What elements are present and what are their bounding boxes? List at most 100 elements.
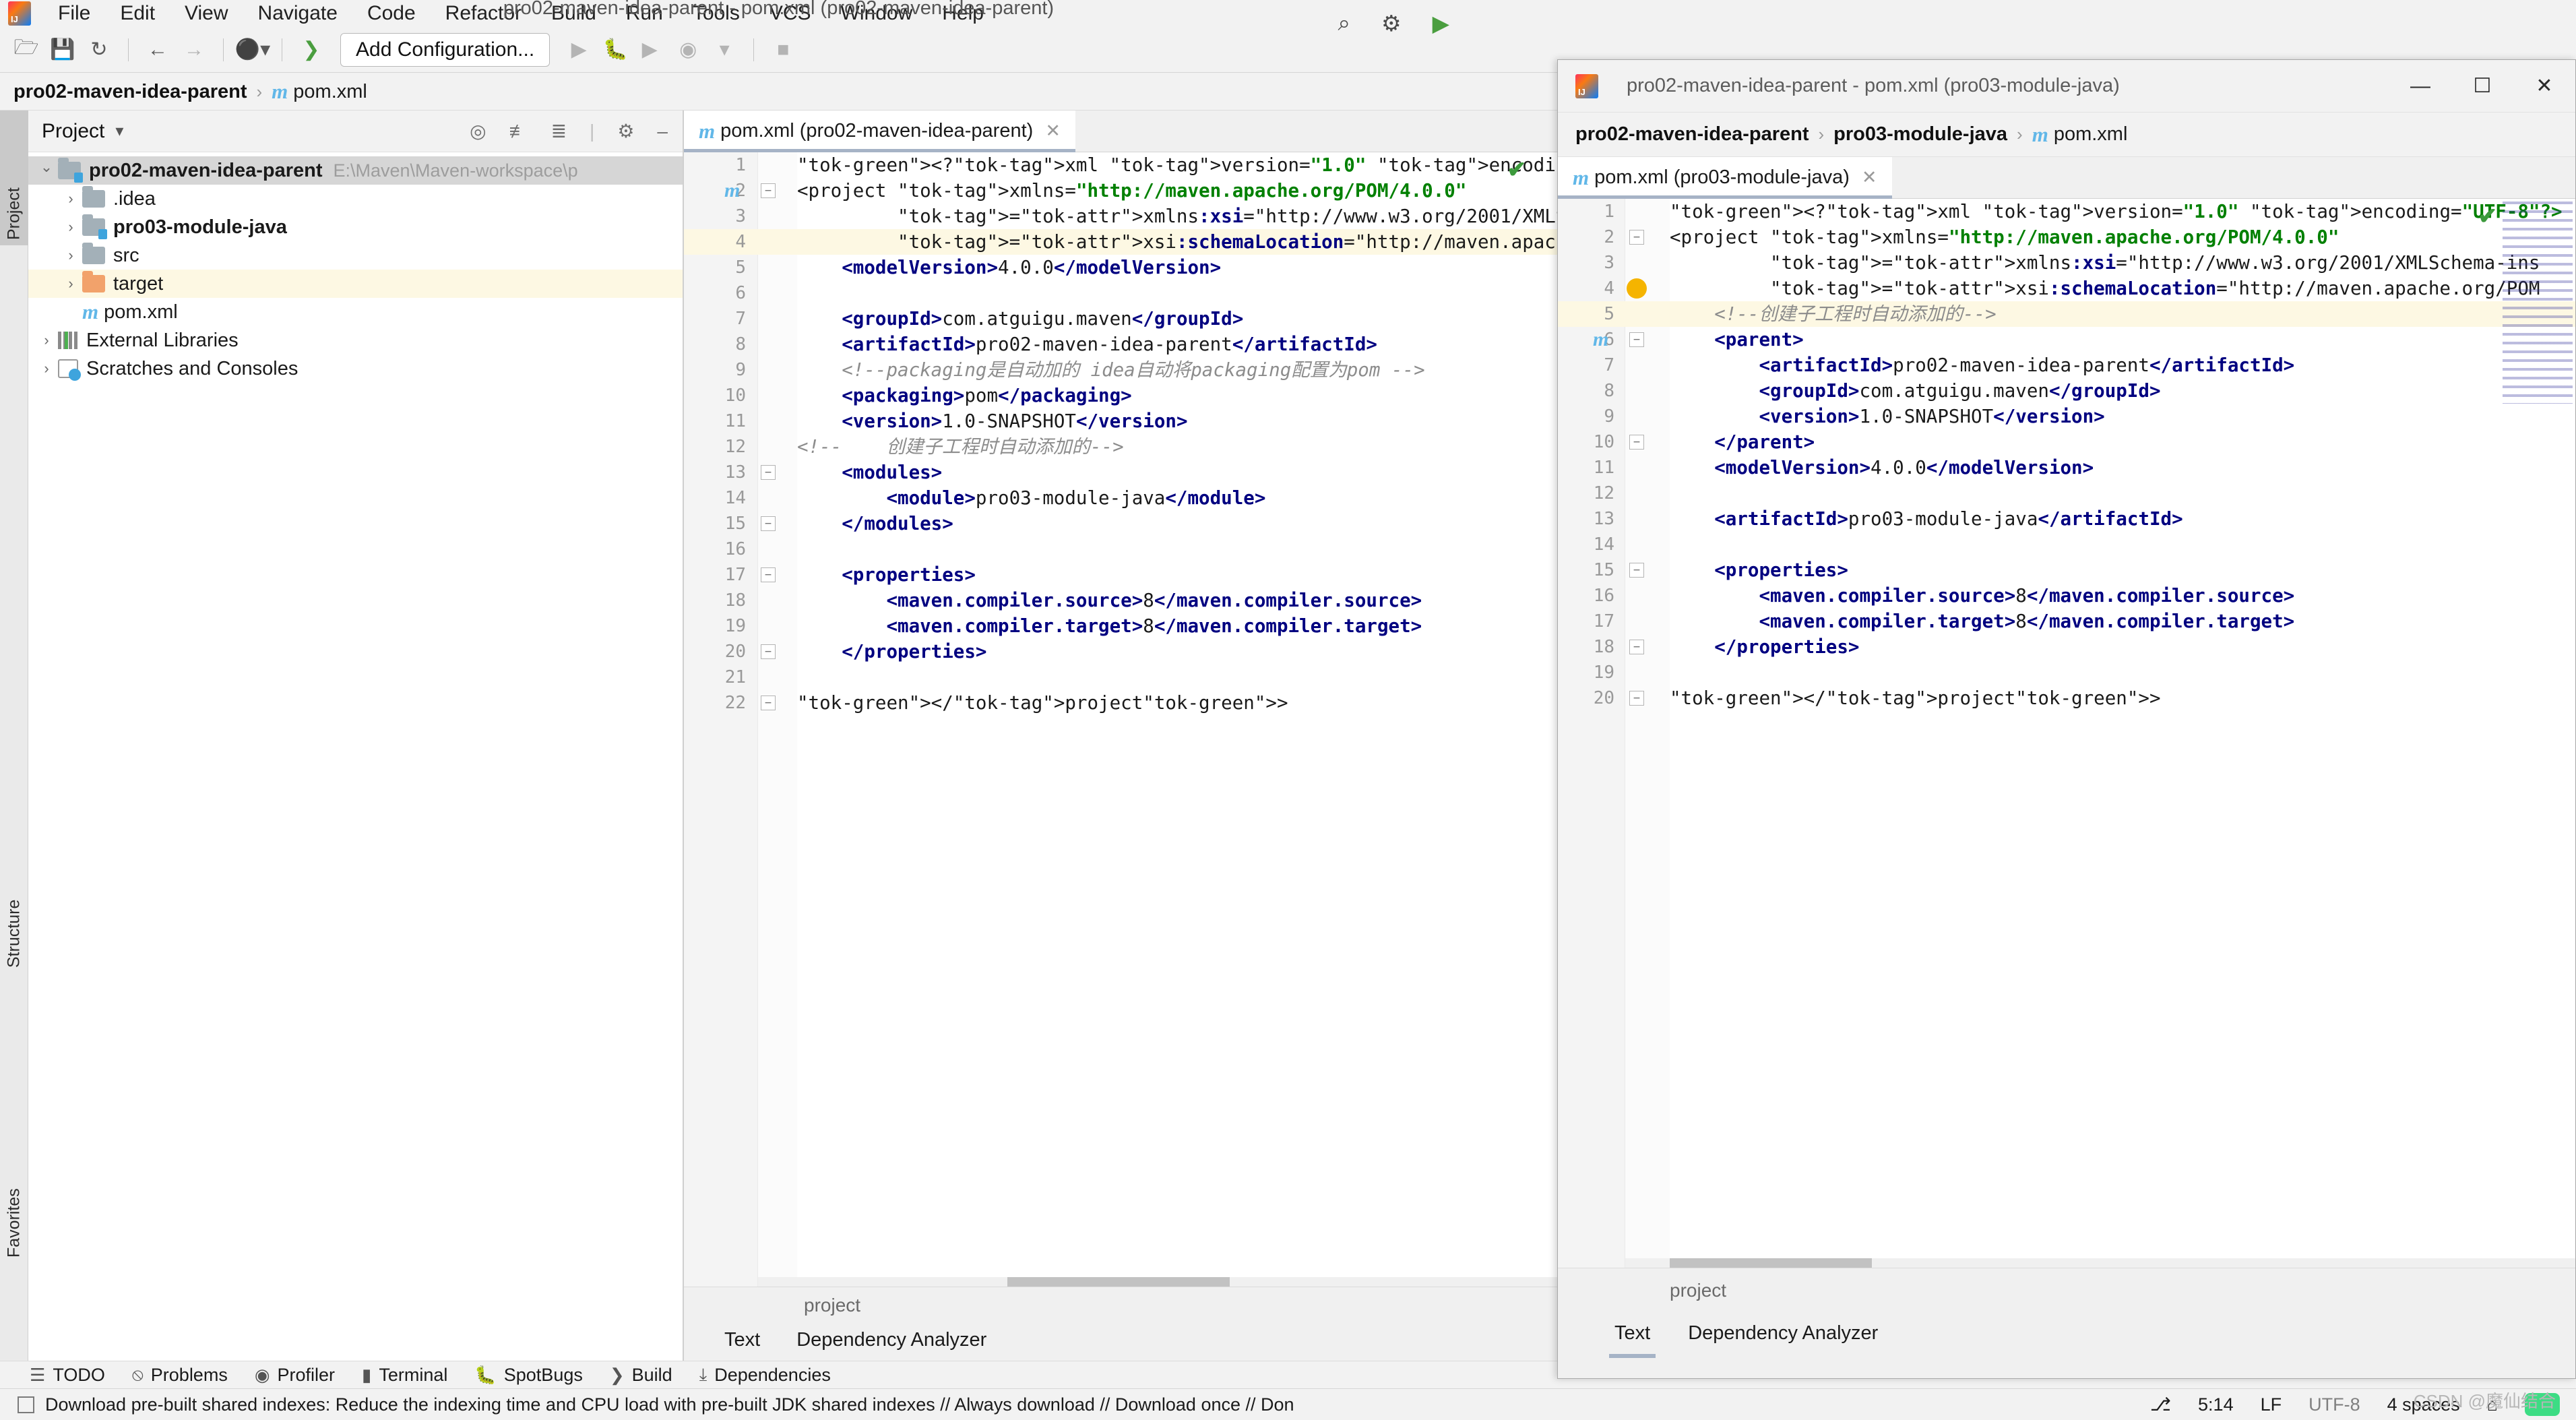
coverage-icon[interactable]: ▶ [635,33,668,67]
status-notification-text[interactable]: Download pre-built shared indexes: Reduc… [45,1394,1294,1415]
code-line[interactable]: 13− <modules> [684,460,1557,485]
code-text[interactable]: "tok-tag">="tok-attr">xsi:schemaLocation… [1670,276,2540,301]
code-fold-toggle[interactable]: − [761,465,776,480]
menu-run[interactable]: Run [611,2,678,25]
code-line[interactable]: 12 <!-- 创建子工程时自动添加的--> [684,434,1557,460]
code-line[interactable]: 3 "tok-tag">="tok-attr">xmlns:xsi="http:… [684,204,1557,229]
code-text[interactable]: <project "tok-tag">xmlns="http://maven.a… [1670,224,2339,250]
code-text[interactable]: "tok-tag">="tok-attr">xmlns:xsi="http://… [1670,250,2540,276]
code-text[interactable]: </parent> [1670,429,1815,455]
tree-item-pom-xml[interactable]: m pom.xml [28,298,683,326]
code-line[interactable]: 4 "tok-tag">="tok-attr">xsi:schemaLocati… [684,229,1557,255]
menu-navigate[interactable]: Navigate [243,2,352,25]
collapse-all-icon[interactable]: ≣ [551,120,567,142]
breadcrumb-project[interactable]: pro02-maven-idea-parent [13,81,247,103]
code-text[interactable]: </properties> [1670,634,1859,660]
code-fold-toggle[interactable]: − [1629,435,1644,450]
code-line[interactable]: 18 <maven.compiler.source>8</maven.compi… [684,588,1557,613]
maven-gutter-icon[interactable]: m [724,178,740,204]
code-line[interactable]: 13 <artifactId>pro03-module-java</artifa… [1558,506,2575,532]
chevron-right-icon[interactable] [59,190,82,208]
code-line[interactable]: 9 <!--packaging是自动加的 idea自动将packaging配置为… [684,357,1557,383]
toolwindow-terminal[interactable]: ▮ Terminal [362,1365,447,1386]
inspection-ok-icon[interactable]: ✔ [2478,203,2498,230]
gear-icon[interactable]: ⚙ [617,120,634,142]
code-line[interactable]: 6 m − <parent> [1558,327,2575,352]
code-text[interactable]: <maven.compiler.source>8</maven.compiler… [1670,583,2294,609]
code-line[interactable]: 1 "tok-green"><?"tok-tag">xml "tok-tag">v… [1558,199,2575,224]
code-line[interactable]: 4 "tok-tag">="tok-attr">xsi:schemaLocati… [1558,276,2575,301]
chevron-right-icon[interactable] [35,360,58,377]
tab-dependency-analyzer[interactable]: Dependency Analyzer [1688,1322,1878,1349]
menu-vcs[interactable]: VCS [755,2,826,25]
editor-horizontal-scrollbar[interactable] [758,1277,1557,1287]
code-line[interactable]: 14 <module>pro03-module-java</module> [684,485,1557,511]
code-fold-toggle[interactable]: − [761,183,776,198]
code-text[interactable]: <!--packaging是自动加的 idea自动将packaging配置为po… [797,357,1424,383]
code-line[interactable]: 16 <maven.compiler.source>8</maven.compi… [1558,583,2575,609]
tree-item-pro02-maven-idea-parent[interactable]: pro02-maven-idea-parent E:\Maven\Maven-wo… [28,156,683,185]
breadcrumb-file[interactable]: pom.xml [2054,123,2128,146]
add-configuration-button[interactable]: Add Configuration... [340,32,551,67]
sync-icon[interactable]: ↻ [82,33,116,67]
toolbar-dropdown-icon[interactable]: ▾ [708,33,741,67]
back-icon[interactable]: ← [141,33,175,67]
sidebar-item-structure[interactable]: Structure [0,825,28,973]
intention-bulb-icon[interactable] [1627,278,1647,299]
code-line[interactable]: 11 <version>1.0-SNAPSHOT</version> [684,408,1557,434]
code-text[interactable]: <packaging>pom</packaging> [797,383,1131,408]
code-text[interactable]: <maven.compiler.target>8</maven.compiler… [1670,609,2294,634]
toolwindow-problems[interactable]: ⦸ Problems [132,1364,228,1386]
code-line[interactable]: 7 <groupId>com.atguigu.maven</groupId> [684,306,1557,332]
code-text[interactable]: <version>1.0-SNAPSHOT</version> [1670,404,2104,429]
code-text[interactable]: </modules> [797,511,953,536]
breadcrumb-module[interactable]: pro03-module-java [1833,123,2007,146]
code-text[interactable]: <properties> [797,562,976,588]
code-text[interactable]: "tok-green"></"tok-tag">project"tok-gree… [797,690,1288,716]
menu-edit[interactable]: Edit [105,2,170,25]
code-line[interactable]: 6 [684,280,1557,306]
code-line[interactable]: 16 [684,536,1557,562]
chevron-right-icon[interactable] [35,332,58,349]
code-minimap[interactable] [2503,202,2573,404]
code-line[interactable]: 7 <artifactId>pro02-maven-idea-parent</a… [1558,352,2575,378]
chevron-down-icon[interactable]: ▾ [115,121,123,141]
code-line[interactable]: 15− </modules> [684,511,1557,536]
code-text[interactable]: <version>1.0-SNAPSHOT</version> [797,408,1187,434]
code-content[interactable]: 1 "tok-green"><?"tok-tag">xml "tok-tag">v… [1558,199,2575,711]
code-fold-toggle[interactable]: − [761,644,776,659]
code-line[interactable]: 20− </properties> [684,639,1557,665]
menu-refactor[interactable]: Refactor [431,2,536,25]
code-line[interactable]: 12 [1558,481,2575,506]
inspection-ok-icon[interactable]: ✔ [1507,156,1527,183]
code-line[interactable]: 10 <packaging>pom</packaging> [684,383,1557,408]
code-line[interactable]: 19 [1558,660,2575,685]
profiler-icon[interactable]: ◉ [671,33,705,67]
toolwindow-spotbugs[interactable]: 🐛 SpotBugs [474,1365,582,1386]
tree-item-scratches-and-consoles[interactable]: Scratches and Consoles [28,354,683,383]
menu-file[interactable]: File [43,2,105,25]
scrollbar-thumb[interactable] [1007,1277,1230,1287]
code-line[interactable]: 8 <groupId>com.atguigu.maven</groupId> [1558,378,2575,404]
code-line[interactable]: 2 m − <project "tok-tag">xmlns="http://mave… [684,178,1557,204]
menu-tools[interactable]: Tools [678,2,755,25]
code-line[interactable]: 17 <maven.compiler.target>8</maven.compi… [1558,609,2575,634]
code-line[interactable]: 15− <properties> [1558,557,2575,583]
code-line[interactable]: 2− <project "tok-tag">xmlns="http://maven… [1558,224,2575,250]
save-icon[interactable]: 💾 [46,33,80,67]
tab-dependency-analyzer[interactable]: Dependency Analyzer [796,1329,986,1355]
chevron-down-icon[interactable] [35,162,58,179]
menu-help[interactable]: Help [927,2,999,25]
code-fold-toggle[interactable]: − [761,567,776,582]
tab-text[interactable]: Text [1608,1322,1656,1358]
forward-icon[interactable]: → [177,33,211,67]
code-text[interactable]: "tok-green"><?"tok-tag">xml "tok-tag">ve… [797,152,1557,178]
code-text[interactable]: <project "tok-tag">xmlns="http://maven.a… [797,178,1466,204]
code-text[interactable]: "tok-green"></"tok-tag">project"tok-gree… [1670,685,2161,711]
notification-checkbox[interactable] [18,1396,34,1413]
close-icon[interactable]: ✕ [2513,60,2575,113]
code-text[interactable]: <groupId>com.atguigu.maven</groupId> [797,306,1243,332]
editor-tab-pom-module[interactable]: m pom.xml (pro03-module-java) ✕ [1558,157,1892,199]
expand-all-icon[interactable]: ≢ [509,121,528,142]
code-line[interactable]: 19 <maven.compiler.target>8</maven.compi… [684,613,1557,639]
